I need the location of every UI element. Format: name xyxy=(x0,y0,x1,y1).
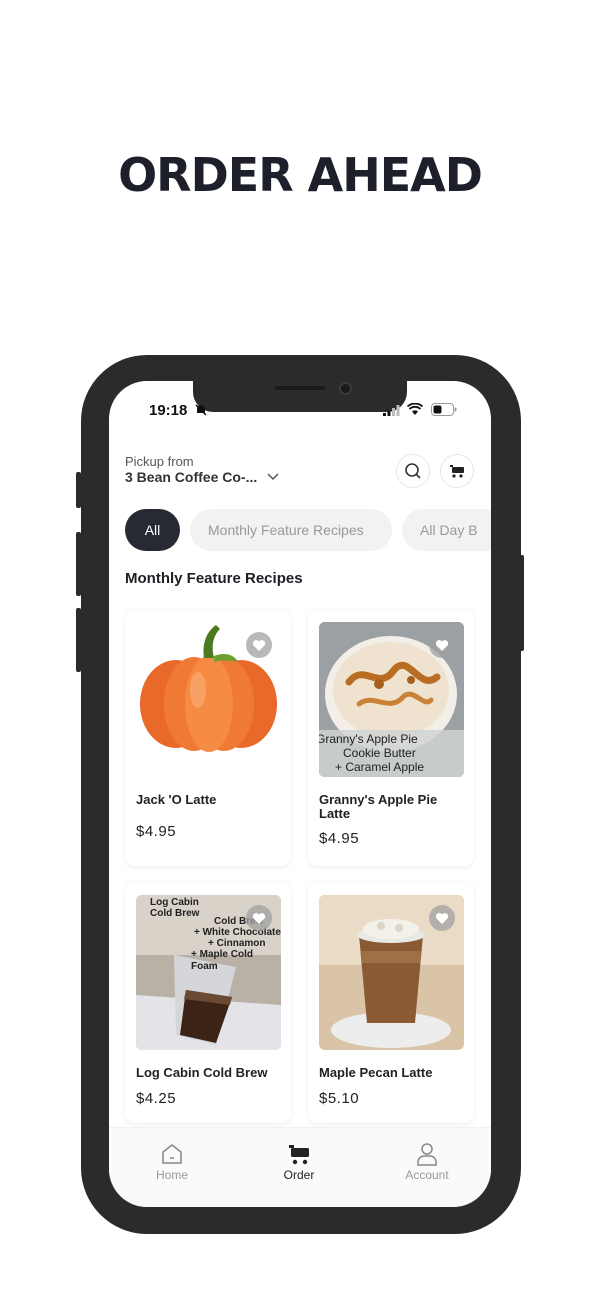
image-caption: + Caramel Apple xyxy=(335,760,425,774)
product-name: Granny's Apple Pie Latte xyxy=(319,792,438,821)
tab-label: Order xyxy=(283,1168,315,1182)
chevron-down-icon[interactable] xyxy=(266,472,280,482)
speaker xyxy=(275,386,325,390)
image-caption: + Maple Cold Foam xyxy=(191,949,253,972)
heart-icon xyxy=(435,912,449,924)
heart-icon xyxy=(252,912,266,924)
product-price: $4.25 xyxy=(136,1090,177,1107)
tab-label: Account xyxy=(405,1168,449,1182)
store-selector[interactable]: 3 Bean Coffee Co-... xyxy=(125,469,257,485)
cart-button[interactable] xyxy=(440,454,474,488)
product-price: $5.10 xyxy=(319,1090,360,1107)
chip-all-day[interactable]: All Day B xyxy=(402,509,491,551)
section-title: Monthly Feature Recipes xyxy=(125,570,303,587)
tab-bar: Home Order Account xyxy=(109,1127,491,1207)
image-caption: Cold Brew xyxy=(150,908,200,919)
pickup-label: Pickup from xyxy=(125,454,194,469)
tab-label: Home xyxy=(155,1168,188,1182)
product-card[interactable]: Maple Pecan Latte $5.10 xyxy=(308,883,474,1123)
product-name: Maple Pecan Latte xyxy=(319,1065,433,1080)
status-time: 19:18 xyxy=(149,402,188,419)
product-card[interactable]: Jack 'O Latte $4.95 xyxy=(125,610,291,866)
product-image: Log Cabin Cold Brew Cold Brew + White Ch… xyxy=(136,895,281,1050)
product-image: Granny's Apple Pie Cookie Butter + Caram… xyxy=(319,622,464,777)
camera xyxy=(339,382,352,395)
product-price: $4.95 xyxy=(319,830,360,847)
home-icon xyxy=(162,1144,182,1164)
product-name: Log Cabin Cold Brew xyxy=(136,1065,268,1080)
cart-icon xyxy=(450,465,464,478)
heart-icon xyxy=(252,639,266,651)
notch xyxy=(193,381,407,412)
image-caption: Granny's Apple Pie xyxy=(319,732,418,746)
phone-screen: 19:18 Pickup from 3 Bean Coffee Co-... A… xyxy=(109,381,491,1207)
heart-icon xyxy=(435,639,449,651)
product-card[interactable]: Granny's Apple Pie Cookie Butter + Caram… xyxy=(308,610,474,866)
battery-icon xyxy=(431,403,457,416)
image-caption: Cookie Butter xyxy=(343,746,416,760)
tab-account[interactable]: Account xyxy=(387,1142,467,1182)
product-image xyxy=(136,622,281,777)
tab-home[interactable]: Home xyxy=(132,1142,212,1182)
favorite-button[interactable] xyxy=(429,632,455,658)
headline: ORDER AHEAD xyxy=(118,148,483,202)
bell-mute-icon xyxy=(195,404,207,416)
search-button[interactable] xyxy=(396,454,430,488)
chip-monthly-feature-recipes[interactable]: Monthly Feature Recipes xyxy=(190,509,392,551)
product-price: $4.95 xyxy=(136,823,177,840)
cart-icon xyxy=(289,1145,309,1165)
promo-page: ORDER AHEAD 19:18 Pickup from 3 Bean Cof… xyxy=(0,0,600,1299)
product-card[interactable]: Log Cabin Cold Brew Cold Brew + White Ch… xyxy=(125,883,291,1123)
signal-icon xyxy=(383,405,400,416)
search-icon xyxy=(405,463,421,479)
tab-order[interactable]: Order xyxy=(259,1142,339,1182)
favorite-button[interactable] xyxy=(246,905,272,931)
category-chips: All Monthly Feature Recipes All Day B xyxy=(125,509,491,553)
favorite-button[interactable] xyxy=(246,632,272,658)
user-icon xyxy=(417,1143,437,1166)
product-name: Jack 'O Latte xyxy=(136,792,217,807)
wifi-icon xyxy=(407,403,423,415)
product-image xyxy=(319,895,464,1050)
favorite-button[interactable] xyxy=(429,905,455,931)
chip-all[interactable]: All xyxy=(125,509,180,551)
